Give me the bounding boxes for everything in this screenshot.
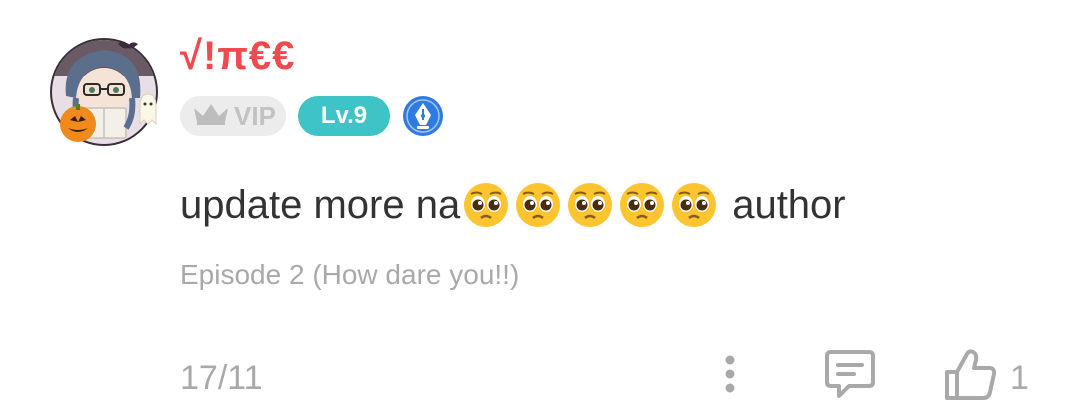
pleading-face-emoji	[568, 183, 613, 227]
comment-item: √!π€€ VIP Lv.9 update more na author Epi…	[0, 0, 1080, 420]
vip-label: VIP	[234, 101, 276, 131]
avatar[interactable]	[48, 36, 160, 148]
episode-link[interactable]: Episode 2 (How dare you!!)	[180, 258, 519, 292]
comment-text-prefix: update more na	[180, 182, 461, 227]
crown-icon	[192, 102, 230, 131]
vip-badge[interactable]: VIP	[180, 96, 286, 136]
comment-text-suffix: author	[732, 182, 846, 227]
comment-date: 17/11	[180, 359, 263, 397]
pleading-face-emoji	[620, 183, 665, 227]
reply-comment-icon[interactable]	[823, 348, 877, 400]
comment-text: update more na author	[180, 178, 846, 232]
pleading-face-emoji	[464, 183, 509, 227]
username[interactable]: √!π€€	[180, 34, 295, 78]
badge-row: VIP Lv.9	[180, 95, 444, 137]
thumbs-up-icon[interactable]	[943, 348, 999, 402]
level-badge[interactable]: Lv.9	[298, 96, 390, 136]
pleading-face-emoji	[672, 183, 717, 227]
pleading-face-emoji	[516, 183, 561, 227]
avatar-image	[50, 38, 158, 146]
pen-nib-icon[interactable]	[402, 95, 444, 137]
like-count: 1	[1010, 359, 1029, 397]
more-vertical-icon[interactable]	[715, 352, 745, 396]
emoji-group	[462, 181, 718, 229]
